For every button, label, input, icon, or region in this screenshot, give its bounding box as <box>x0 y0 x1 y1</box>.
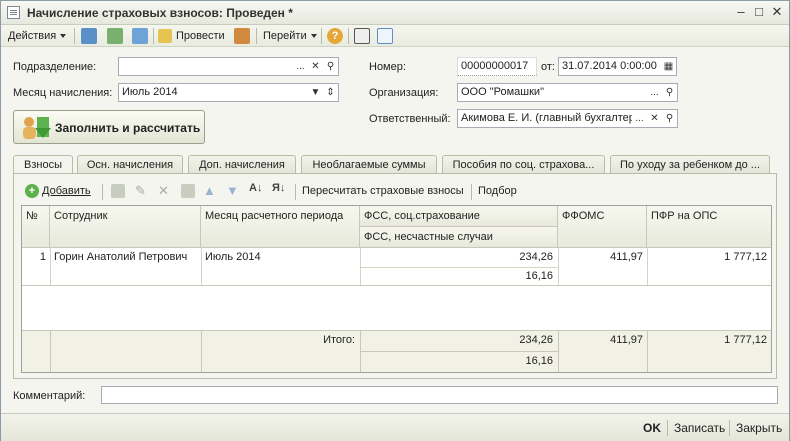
header-fss[interactable]: ФСС, соц.страхование <box>360 206 558 227</box>
comment-field[interactable] <box>101 386 778 404</box>
tab-main-accruals[interactable]: Осн. начисления <box>77 155 183 174</box>
select-icon[interactable]: ... <box>647 84 662 101</box>
move-down-icon[interactable]: ▼ <box>226 183 239 198</box>
select-icon[interactable]: ... <box>632 110 647 127</box>
title-bar: Начисление страховых взносов: Проведен *… <box>1 1 789 25</box>
search-icon[interactable]: ⚲ <box>662 84 677 101</box>
month-field[interactable]: Июль 2014 ▼ ⇕ <box>118 83 339 102</box>
close-icon[interactable]: ✕ <box>769 4 785 20</box>
responsible-field[interactable]: Акимова Е. И. (главный бухгалтер) ... ✕ … <box>457 109 678 128</box>
bottom-bar: OK Записать Закрыть <box>1 413 789 441</box>
save-button[interactable]: Записать <box>674 421 725 435</box>
header-num[interactable]: № <box>22 206 50 248</box>
copy-row-icon[interactable] <box>111 184 125 198</box>
cell-pfr: 1 777,12 <box>724 251 767 263</box>
actions-menu-label: Действия <box>8 30 57 42</box>
maximize-icon[interactable]: □ <box>751 4 767 20</box>
minimize-icon[interactable]: – <box>733 4 749 20</box>
total-pfr: 1 777,12 <box>724 334 767 346</box>
organization-field[interactable]: ООО "Ромашки" ... ⚲ <box>457 83 678 102</box>
copy-icon[interactable] <box>132 28 148 44</box>
fill-and-calculate-button[interactable]: Заполнить и рассчитать <box>13 110 205 144</box>
total-fss-ns: 16,16 <box>525 355 553 367</box>
comment-label: Комментарий: <box>13 390 86 402</box>
month-label: Месяц начисления: <box>13 87 113 99</box>
tab-extra-accruals[interactable]: Доп. начисления <box>188 155 296 174</box>
tab-contributions[interactable]: Взносы <box>13 155 73 175</box>
dropdown-icon[interactable]: ▼ <box>308 84 323 101</box>
date-label: от: <box>541 61 555 73</box>
structure-icon[interactable] <box>354 28 370 44</box>
select-icon[interactable]: ... <box>293 58 308 75</box>
tab-social-benefits[interactable]: Пособия по соц. страхова... <box>442 155 605 174</box>
subdivision-field[interactable]: ... ✕ ⚲ <box>118 57 339 76</box>
calendar-icon[interactable]: ▦ <box>661 58 676 75</box>
responsible-label: Ответственный: <box>369 113 451 125</box>
spin-icon[interactable]: ⇕ <box>323 84 338 101</box>
header-period[interactable]: Месяц расчетного периода <box>201 206 360 248</box>
post-button[interactable]: Провести <box>176 28 225 44</box>
cell-ffoms: 411,97 <box>610 251 643 263</box>
window-title: Начисление страховых взносов: Проведен * <box>27 6 293 20</box>
tab-nontaxable[interactable]: Необлагаемые суммы <box>301 155 437 174</box>
save-row-icon[interactable] <box>181 184 195 198</box>
date-field[interactable]: 31.07.2014 0:00:00 ▦ <box>558 57 677 76</box>
header-ffoms[interactable]: ФФОМС <box>558 206 647 248</box>
total-ffoms: 411,97 <box>610 334 643 346</box>
contributions-table[interactable]: № Сотрудник Месяц расчетного периода ФСС… <box>21 205 772 373</box>
recalculate-button[interactable]: Пересчитать страховые взносы <box>302 185 464 197</box>
search-icon[interactable]: ⚲ <box>662 110 677 127</box>
close-button[interactable]: Закрыть <box>736 421 782 435</box>
total-fss: 234,26 <box>519 334 553 346</box>
list-settings-icon[interactable] <box>377 28 393 44</box>
help-icon[interactable]: ? <box>327 28 343 44</box>
fill-button-label: Заполнить и рассчитать <box>55 121 201 135</box>
number-field[interactable]: 00000000017 <box>457 57 537 76</box>
ok-button[interactable]: OK <box>643 421 661 435</box>
tab-childcare[interactable]: По уходу за ребенком до ... <box>610 155 770 174</box>
main-toolbar: Действия Провести Перейти ? <box>1 25 789 47</box>
refresh-icon[interactable] <box>107 28 123 44</box>
people-icon <box>23 117 51 139</box>
document-window: Начисление страховых взносов: Проведен *… <box>0 0 790 441</box>
goto-menu-label: Перейти <box>263 30 307 42</box>
sort-asc-icon[interactable]: A↓ <box>249 182 262 194</box>
add-icon: + <box>25 184 39 198</box>
cell-fss: 234,26 <box>519 251 553 263</box>
subdivision-label: Подразделение: <box>13 61 97 73</box>
clear-icon[interactable]: ✕ <box>308 58 323 75</box>
select-button[interactable]: Подбор <box>478 185 517 197</box>
cell-employee: Горин Анатолий Петрович <box>54 251 188 263</box>
clear-icon[interactable]: ✕ <box>647 110 662 127</box>
org-label: Организация: <box>369 87 439 99</box>
search-icon[interactable]: ⚲ <box>323 58 338 75</box>
totals-label: Итого: <box>323 334 355 346</box>
document-icon <box>7 6 20 19</box>
edit-icon[interactable]: ✎ <box>135 183 146 199</box>
post-icon <box>158 29 172 43</box>
back-icon[interactable] <box>81 28 97 44</box>
cell-num: 1 <box>39 251 46 263</box>
header-fss-ns[interactable]: ФСС, несчастные случаи <box>360 227 558 248</box>
post-close-icon[interactable] <box>234 28 250 44</box>
number-label: Номер: <box>369 61 406 73</box>
sort-desc-icon[interactable]: Я↓ <box>272 182 285 194</box>
move-up-icon[interactable]: ▲ <box>203 183 216 198</box>
goto-menu[interactable]: Перейти <box>263 28 317 44</box>
delete-icon[interactable]: ✕ <box>158 183 169 199</box>
actions-menu[interactable]: Действия <box>8 28 67 44</box>
add-button[interactable]: Добавить <box>42 185 91 197</box>
cell-period: Июль 2014 <box>205 251 261 263</box>
header-pfr[interactable]: ПФР на ОПС <box>647 206 771 248</box>
header-employee[interactable]: Сотрудник <box>50 206 201 248</box>
cell-fss-ns: 16,16 <box>525 270 553 282</box>
